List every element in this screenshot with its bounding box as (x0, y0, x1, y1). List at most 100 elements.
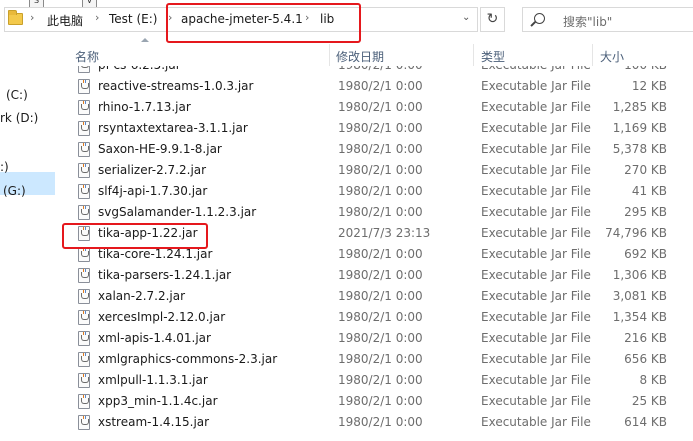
jar-file-icon (78, 310, 90, 325)
file-name: rsyntaxtextarea-3.1.1.jar (98, 121, 248, 135)
breadcrumb-jmeter-folder[interactable]: apache-jmeter-5.4.1 (181, 12, 303, 26)
search-placeholder: 搜索"lib" (563, 15, 613, 29)
file-row[interactable]: xstream-1.4.15.jar 1980/2/1 0:00 Executabl… (55, 412, 693, 433)
file-type: Executable Jar File (481, 373, 591, 387)
jar-file-icon (78, 247, 90, 262)
nav-item-drive[interactable]: :) (0, 160, 9, 174)
file-row[interactable]: tika-parsers-1.24.1.jar 1980/2/1 0:00 Exec… (55, 265, 693, 286)
file-name: tika-app-1.22.jar (98, 226, 198, 240)
file-type: Executable Jar File (481, 247, 591, 261)
file-date: 1980/2/1 0:00 (338, 331, 423, 345)
file-date: 1980/2/1 0:00 (338, 247, 423, 261)
file-size: 8 KB (639, 373, 667, 387)
address-bar[interactable]: › 此电脑 › Test (E:) › apache-jmeter-5.4.1 … (4, 7, 478, 32)
file-name: tika-core-1.24.1.jar (98, 247, 213, 261)
file-name: xalan-2.7.2.jar (98, 289, 186, 303)
column-divider[interactable] (592, 44, 593, 66)
file-date: 1980/2/1 0:00 (338, 163, 423, 177)
refresh-button[interactable]: ↻ (480, 7, 505, 32)
file-size: 12 KB (631, 79, 667, 93)
jar-file-icon (78, 331, 90, 346)
jar-file-icon (78, 205, 90, 220)
file-size: 692 KB (624, 247, 667, 261)
jar-file-icon (78, 289, 90, 304)
file-type: Executable Jar File (481, 352, 591, 366)
file-size: 100 KB (624, 66, 667, 72)
breadcrumb-separator-icon[interactable]: › (305, 11, 309, 24)
file-row[interactable]: xml-apis-1.4.01.jar 1980/2/1 0:00 Executab… (55, 328, 693, 349)
column-divider[interactable] (329, 44, 330, 66)
search-icon (534, 13, 545, 24)
jar-file-icon (78, 121, 90, 136)
file-row[interactable]: svgSalamander-1.1.2.3.jar 1980/2/1 0:00 Ex… (55, 202, 693, 223)
chevron-down-icon[interactable]: ⌄ (462, 12, 470, 23)
keytips-strip: S V (0, 0, 693, 9)
file-type: Executable Jar File (481, 310, 591, 324)
breadcrumb-lib[interactable]: lib (320, 12, 334, 26)
column-header-name[interactable]: 名称 (75, 48, 99, 65)
breadcrumb-this-pc[interactable]: 此电脑 (47, 12, 83, 29)
file-type: Executable Jar File (481, 163, 591, 177)
file-name: xstream-1.4.15.jar (98, 415, 210, 429)
file-name: xercesImpl-2.12.0.jar (98, 310, 226, 324)
file-name: tika-parsers-1.24.1.jar (98, 268, 232, 282)
file-row[interactable]: xpp3_min-1.1.4c.jar 1980/2/1 0:00 Executab… (55, 391, 693, 412)
breadcrumb-test-drive[interactable]: Test (E:) (109, 12, 157, 26)
file-row[interactable]: slf4j-api-1.7.30.jar 1980/2/1 0:00 Executa… (55, 181, 693, 202)
file-size: 1,354 KB (612, 310, 667, 324)
jar-file-icon (78, 79, 90, 94)
jar-file-icon (78, 268, 90, 283)
jar-file-icon (78, 66, 90, 73)
file-row[interactable]: rhino-1.7.13.jar 1980/2/1 0:00 Executable … (55, 97, 693, 118)
column-header-row: 名称 修改日期 类型 大小 (55, 44, 693, 66)
file-date: 1980/2/1 0:00 (338, 352, 423, 366)
file-type: Executable Jar File (481, 268, 591, 282)
column-divider[interactable] (473, 44, 474, 66)
file-type: Executable Jar File (481, 289, 591, 303)
column-header-date[interactable]: 修改日期 (336, 48, 384, 65)
jar-file-icon (78, 226, 90, 241)
file-row[interactable]: xmlpull-1.1.3.1.jar 1980/2/1 0:00 Executab… (55, 370, 693, 391)
file-size: 1,169 KB (612, 121, 667, 135)
file-type: Executable Jar File (481, 415, 591, 429)
file-name: serializer-2.7.2.jar (98, 163, 207, 177)
breadcrumb-separator-icon[interactable]: › (168, 11, 172, 24)
file-date: 1980/2/1 0:00 (338, 184, 423, 198)
file-row[interactable]: xmlgraphics-commons-2.3.jar 1980/2/1 0:00… (55, 349, 693, 370)
file-row[interactable]: tika-app-1.22.jar 2021/7/3 23:13 Executabl… (55, 223, 693, 244)
search-input[interactable]: 搜索"lib" (522, 7, 693, 32)
file-name: xpp3_min-1.1.4c.jar (98, 394, 218, 408)
file-row[interactable]: serializer-2.7.2.jar 1980/2/1 0:00 Executa… (55, 160, 693, 181)
nav-item-drive-d[interactable]: rk (D:) (0, 111, 38, 125)
file-row[interactable]: tika-core-1.24.1.jar 1980/2/1 0:00 Executa… (55, 244, 693, 265)
file-row[interactable]: xercesImpl-2.12.0.jar 1980/2/1 0:00 Execut… (55, 307, 693, 328)
jar-file-icon (78, 163, 90, 178)
file-row[interactable]: rsyntaxtextarea-3.1.1.jar 1980/2/1 0:00 Ex… (55, 118, 693, 139)
column-header-size[interactable]: 大小 (600, 48, 624, 65)
jar-file-icon (78, 184, 90, 199)
file-date: 1980/2/1 0:00 (338, 100, 423, 114)
address-row: › 此电脑 › Test (E:) › apache-jmeter-5.4.1 … (0, 7, 693, 33)
column-header-type[interactable]: 类型 (481, 48, 505, 65)
file-size: 614 KB (624, 415, 667, 429)
refresh-icon: ↻ (486, 11, 499, 27)
file-size: 41 KB (631, 184, 667, 198)
file-date: 1980/2/1 0:00 (338, 66, 423, 72)
file-row[interactable]: xalan-2.7.2.jar 1980/2/1 0:00 Executable J… (55, 286, 693, 307)
file-date: 1980/2/1 0:00 (338, 415, 423, 429)
file-row[interactable]: reactive-streams-1.0.3.jar 1980/2/1 0:00 E… (55, 76, 693, 97)
file-type: Executable Jar File (481, 226, 591, 240)
file-name: rhino-1.7.13.jar (98, 100, 191, 114)
nav-item-drive-c[interactable]: (C:) (6, 88, 28, 102)
file-size: 1,306 KB (612, 268, 667, 282)
file-row[interactable]: pf-cs-6.2.5.jar 1980/2/1 0:00 Executable J… (55, 66, 693, 76)
file-row[interactable]: Saxon-HE-9.9.1-8.jar 1980/2/1 0:00 Executa… (55, 139, 693, 160)
file-list: pf-cs-6.2.5.jar 1980/2/1 0:00 Executable J… (55, 66, 693, 441)
file-date: 1980/2/1 0:00 (338, 79, 423, 93)
sort-ascending-icon (141, 38, 149, 42)
jar-file-icon (78, 352, 90, 367)
breadcrumb-separator-icon[interactable]: › (95, 11, 99, 24)
breadcrumb-separator-icon[interactable]: › (30, 11, 34, 24)
file-name: xmlgraphics-commons-2.3.jar (98, 352, 278, 366)
nav-item-drive-g[interactable]: (G:) (3, 184, 26, 198)
